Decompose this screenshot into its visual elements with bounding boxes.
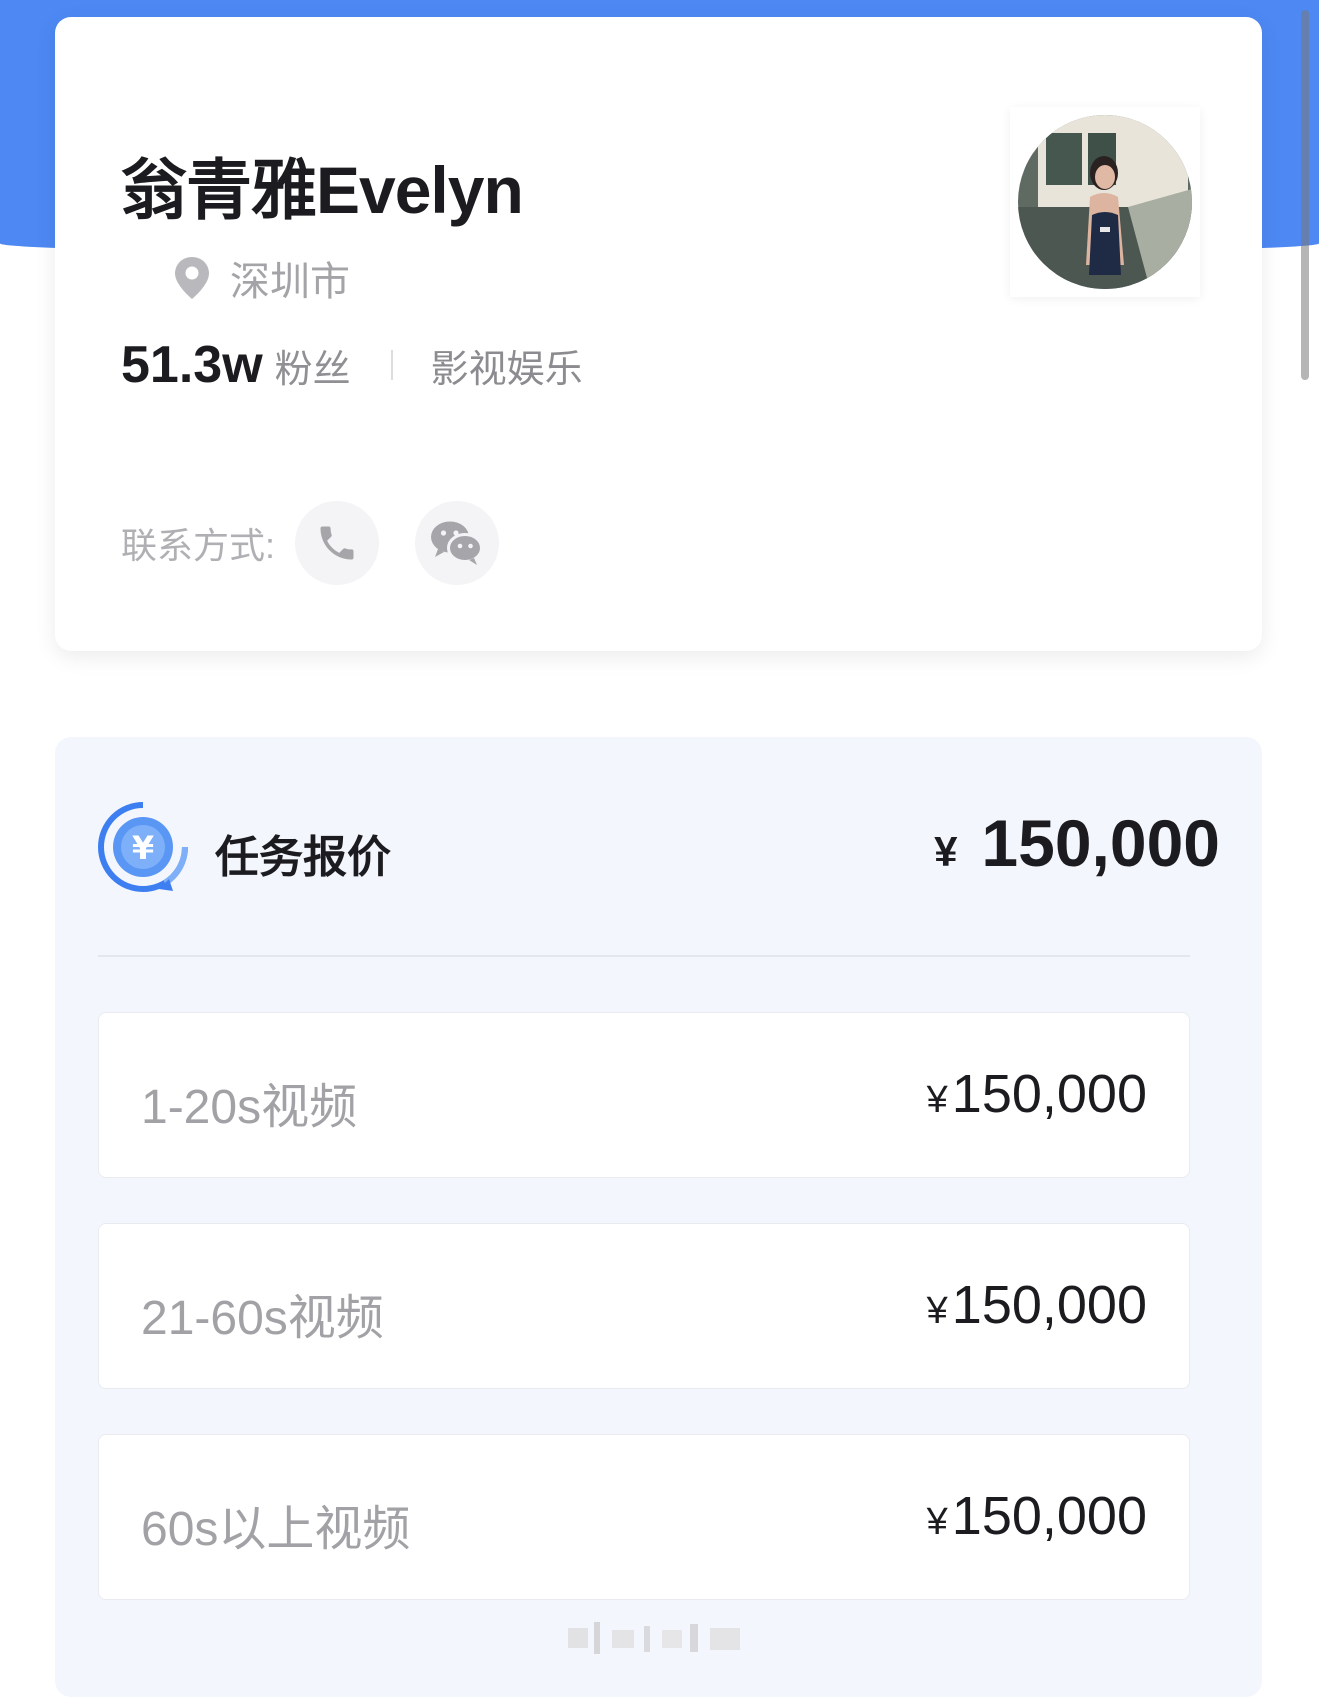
yuan-coin-icon: ¥: [98, 802, 189, 892]
price-amount: 150,000: [951, 1064, 1147, 1124]
phone-button[interactable]: [295, 501, 380, 585]
total-amount: 150,000: [981, 806, 1220, 880]
location-pin-icon: [175, 257, 209, 299]
currency-symbol: ¥: [926, 1290, 948, 1332]
price-row[interactable]: 21-60s视频 ¥ 150,000: [98, 1223, 1190, 1389]
fans-count: 51.3w: [121, 336, 263, 394]
stat-divider: [390, 350, 393, 380]
price-row-label: 21-60s视频: [141, 1292, 384, 1345]
currency-symbol: ¥: [926, 1079, 948, 1121]
profile-name: 翁青雅Evelyn: [121, 153, 524, 227]
scrollbar[interactable]: [1301, 10, 1309, 380]
currency-symbol: ¥: [926, 1501, 948, 1543]
contact-row: 联系方式:: [121, 501, 535, 585]
wechat-button[interactable]: [415, 501, 500, 585]
avatar-frame: [1010, 107, 1200, 297]
price-row-label: 1-20s视频: [141, 1081, 358, 1134]
price-row[interactable]: 1-20s视频 ¥ 150,000: [98, 1012, 1190, 1178]
phone-icon: [320, 526, 354, 560]
location-text: 深圳市: [230, 260, 350, 304]
svg-text:¥: ¥: [132, 829, 154, 867]
price-row-value: ¥ 150,000: [927, 1485, 1147, 1547]
watermark: [568, 1622, 740, 1654]
fans-label: 粉丝: [274, 349, 351, 391]
price-amount: 150,000: [951, 1275, 1147, 1335]
avatar[interactable]: [1018, 115, 1192, 289]
pricing-header: ¥ 任务报价 ¥ 150,000: [95, 799, 1220, 895]
wechat-icon: [431, 521, 484, 565]
pricing-title: 任务报价: [215, 833, 391, 882]
divider: [98, 955, 1190, 957]
price-amount: 150,000: [951, 1486, 1147, 1546]
profile-card: 翁青雅Evelyn 深圳市 51.3w 粉丝 影视娱乐 联系方式:: [55, 17, 1262, 651]
price-row[interactable]: 60s以上视频 ¥ 150,000: [98, 1434, 1190, 1600]
price-row-value: ¥ 150,000: [927, 1063, 1147, 1125]
stats-row: 51.3w 粉丝 影视娱乐: [121, 335, 583, 395]
category-tag: 影视娱乐: [430, 349, 583, 391]
contact-label: 联系方式:: [121, 525, 276, 566]
price-row-value: ¥ 150,000: [927, 1274, 1147, 1336]
pricing-panel: ¥ 任务报价 ¥ 150,000 1-20s视频 ¥ 150,000 21-60…: [55, 737, 1262, 1697]
location-row: 深圳市: [172, 249, 350, 307]
price-row-label: 60s以上视频: [141, 1503, 411, 1556]
currency-symbol: ¥: [934, 828, 958, 875]
total-price: ¥ 150,000: [934, 805, 1220, 881]
